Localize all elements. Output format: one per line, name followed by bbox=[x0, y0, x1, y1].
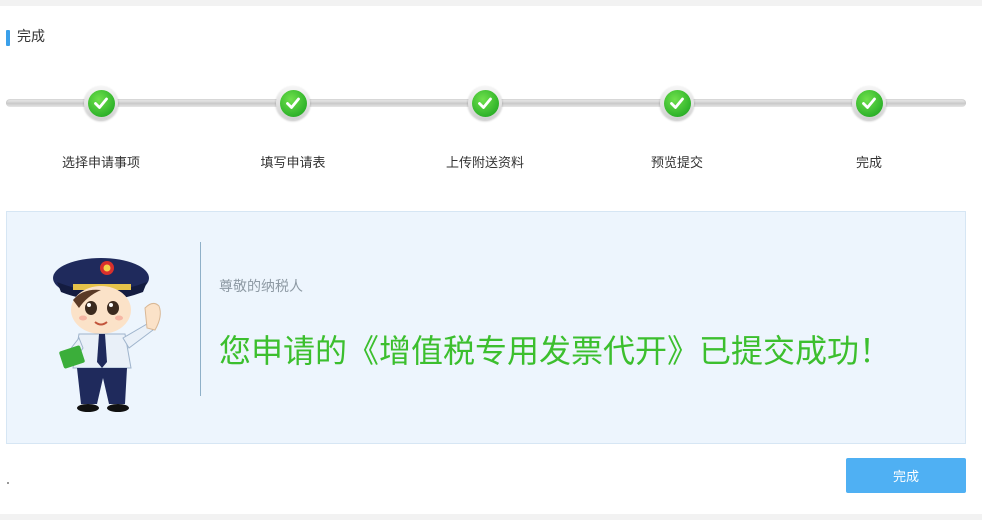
greeting-text: 尊敬的纳税人 bbox=[219, 279, 303, 295]
step-1-status bbox=[84, 86, 118, 120]
section-title: 完成 bbox=[17, 29, 45, 45]
check-icon bbox=[478, 97, 492, 109]
step-4-label: 预览提交 bbox=[650, 156, 703, 171]
step-5-label: 完成 bbox=[855, 156, 882, 171]
check-icon bbox=[862, 97, 876, 109]
finish-button[interactable]: 完成 bbox=[846, 458, 966, 493]
panel-divider bbox=[200, 242, 201, 396]
section-header: 完成 bbox=[6, 29, 45, 46]
step-4-status bbox=[660, 86, 694, 120]
success-message: 您申请的《增值税专用发票代开》已提交成功！ bbox=[219, 332, 892, 370]
tax-officer-mascot-icon bbox=[53, 258, 161, 412]
step-3-label: 上传附送资料 bbox=[445, 156, 524, 171]
stray-dot bbox=[7, 482, 9, 484]
check-icon bbox=[94, 97, 108, 109]
step-1-label: 选择申请事项 bbox=[61, 156, 140, 171]
step-2-label: 填写申请表 bbox=[260, 156, 326, 171]
check-icon bbox=[670, 97, 684, 109]
success-panel: 尊敬的纳税人 您申请的《增值税专用发票代开》已提交成功！ bbox=[6, 211, 966, 444]
step-2-status bbox=[276, 86, 310, 120]
step-3-status bbox=[468, 86, 502, 120]
page: 完成 选择申请事项 填写申请表 上传附送资料 预览提交 完成 尊敬的纳税人 您申… bbox=[0, 6, 982, 514]
check-icon bbox=[286, 97, 300, 109]
section-title-marker bbox=[6, 29, 10, 46]
step-5-status bbox=[852, 86, 886, 120]
